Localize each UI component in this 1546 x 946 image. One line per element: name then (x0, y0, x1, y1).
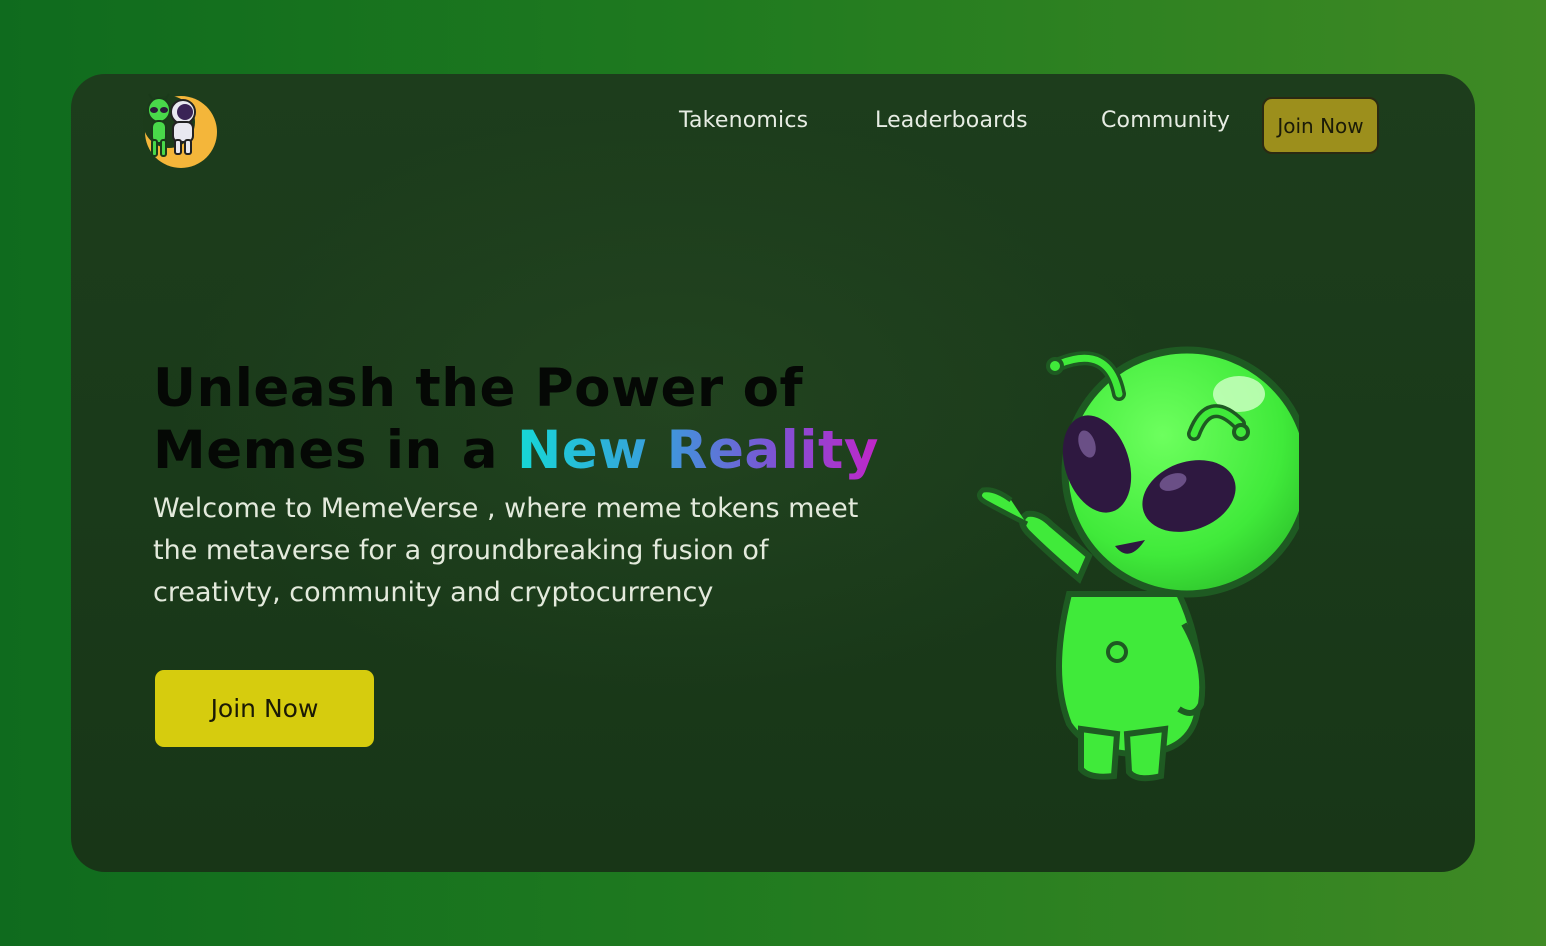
hero-card: Takenomics Leaderboards Community Join N… (71, 74, 1475, 872)
nav-link-community[interactable]: Community (1101, 108, 1230, 133)
hero-title-line2: Memes in a (153, 420, 517, 481)
nav-link-takenomics[interactable]: Takenomics (679, 108, 808, 133)
alien-mascot-icon (939, 324, 1313, 794)
hero-title-line1: Unleash the Power of (153, 358, 804, 419)
hero-title: Unleash the Power of Memes in a New Real… (153, 358, 879, 482)
logo-icon[interactable] (139, 92, 221, 168)
nav-link-leaderboards[interactable]: Leaderboards (875, 108, 1028, 133)
hero-description: Welcome to MemeVerse , where meme tokens… (153, 493, 859, 608)
hero-title-highlight: New Reality (516, 420, 879, 481)
header-join-button[interactable]: Join Now (1262, 97, 1379, 154)
hero-join-button[interactable]: Join Now (155, 670, 374, 747)
